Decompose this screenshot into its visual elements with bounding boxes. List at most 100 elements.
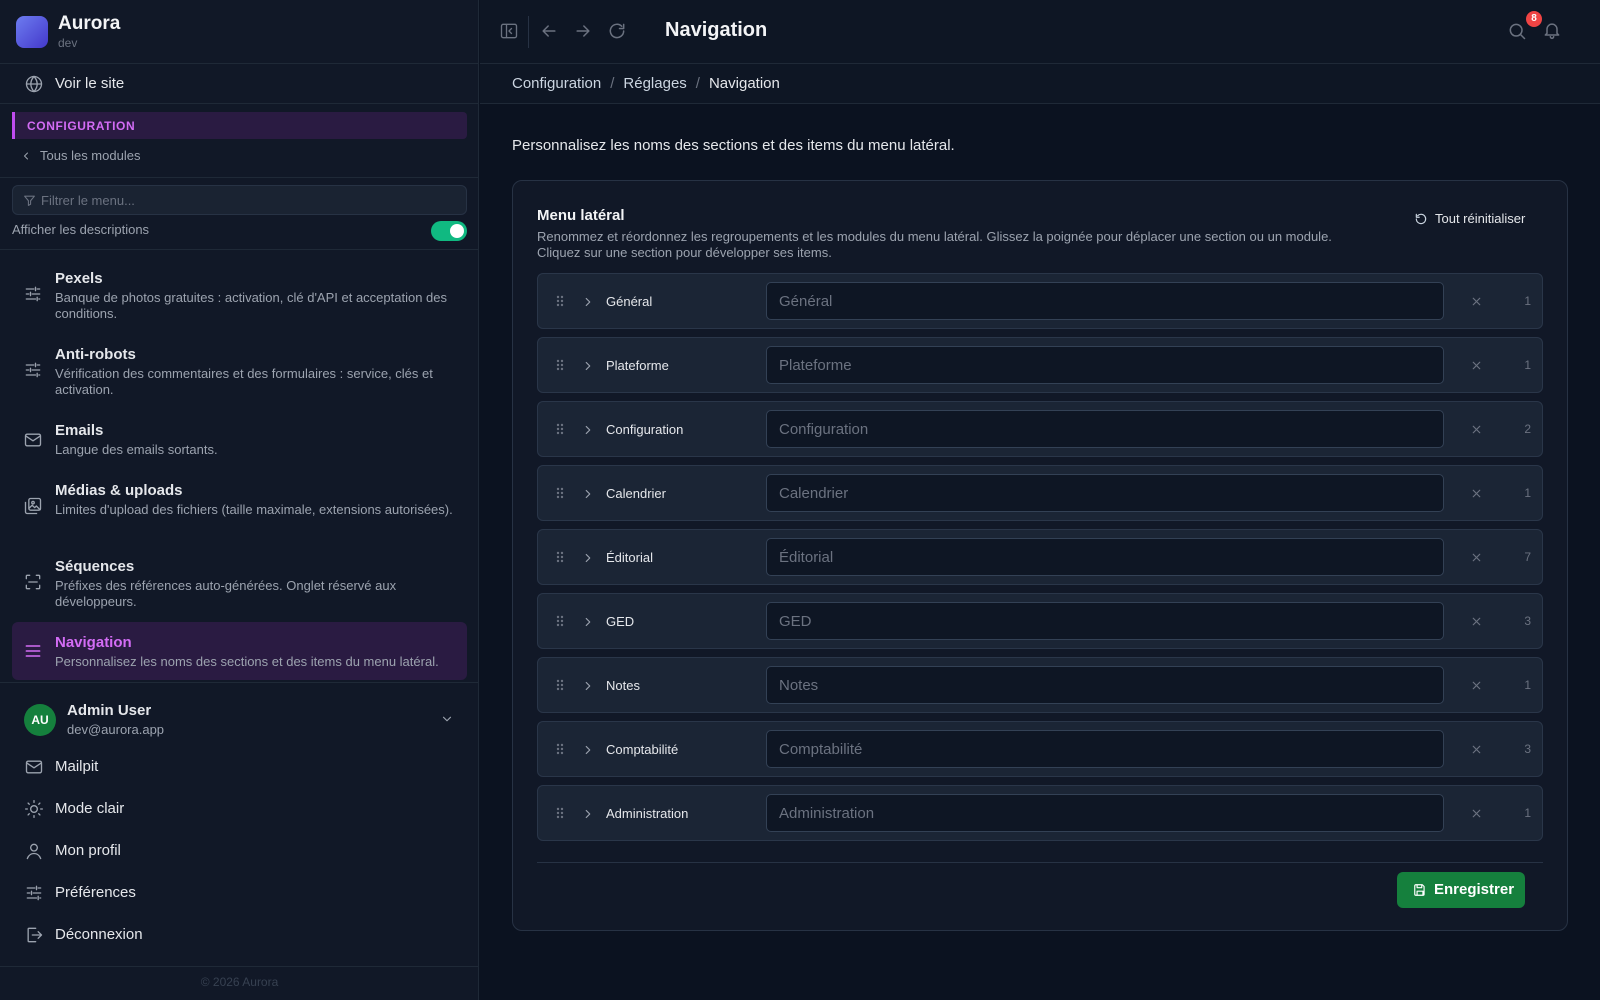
sidebar-item-sequences[interactable]: Séquences Préfixes des références auto-g… <box>12 554 467 622</box>
save-button[interactable]: Enregistrer <box>1397 872 1525 908</box>
section-item-count: 1 <box>1524 678 1531 692</box>
section-name[interactable]: Comptabilité <box>606 742 678 757</box>
close-icon[interactable] <box>1470 551 1483 564</box>
section-name[interactable]: Plateforme <box>606 358 669 373</box>
section-item-count: 1 <box>1524 358 1531 372</box>
chevron-right-icon[interactable] <box>581 487 595 501</box>
section-label-input[interactable] <box>766 794 1444 832</box>
divider <box>0 966 479 967</box>
mailpit-link[interactable]: Mailpit <box>0 752 479 782</box>
chevron-right-icon[interactable] <box>581 551 595 565</box>
sidebar-toggle-icon[interactable] <box>499 21 519 41</box>
close-icon[interactable] <box>1470 615 1483 628</box>
sidebar-item-desc: Limites d'upload des fichiers (taille ma… <box>55 502 453 517</box>
reset-icon <box>1414 212 1428 226</box>
breadcrumb-item[interactable]: Configuration <box>512 75 601 92</box>
logout-button[interactable]: Déconnexion <box>0 920 479 950</box>
descriptions-toggle[interactable] <box>431 221 467 241</box>
section-row: GED 3 <box>537 593 1543 649</box>
user-email: dev@aurora.app <box>67 722 165 737</box>
refresh-icon[interactable] <box>607 21 627 41</box>
drag-handle-icon[interactable] <box>552 485 568 501</box>
close-icon[interactable] <box>1470 807 1483 820</box>
close-icon[interactable] <box>1470 487 1483 500</box>
all-modules-label: Tous les modules <box>40 148 141 163</box>
chevron-right-icon[interactable] <box>581 295 595 309</box>
view-site-link[interactable]: Voir le site <box>0 64 479 104</box>
section-label-input[interactable] <box>766 538 1444 576</box>
sidebar-item-desc: Préfixes des références auto-générées. O… <box>55 578 397 609</box>
light-mode-toggle[interactable]: Mode clair <box>0 794 479 824</box>
section-label-input[interactable] <box>766 474 1444 512</box>
drag-handle-icon[interactable] <box>552 741 568 757</box>
back-arrow-icon[interactable] <box>539 21 559 41</box>
section-name[interactable]: Calendrier <box>606 486 666 501</box>
section-name[interactable]: Général <box>606 294 652 309</box>
sidebar-item-anti-robots[interactable]: Anti-robots Vérification des commentaire… <box>12 342 467 410</box>
save-icon <box>1413 883 1427 897</box>
bell-icon[interactable] <box>1542 20 1562 40</box>
drag-handle-icon[interactable] <box>552 805 568 821</box>
menu-filter-input[interactable] <box>41 190 451 210</box>
drag-handle-icon[interactable] <box>552 613 568 629</box>
section-name[interactable]: Configuration <box>606 422 683 437</box>
chevron-right-icon[interactable] <box>581 615 595 629</box>
drag-handle-icon[interactable] <box>552 677 568 693</box>
sidebar-item-desc: Personnalisez les noms des sections et d… <box>55 654 439 669</box>
section-header-label: CONFIGURATION <box>27 119 136 133</box>
section-name[interactable]: GED <box>606 614 634 629</box>
forward-arrow-icon[interactable] <box>573 21 593 41</box>
brand-logo[interactable] <box>16 16 48 48</box>
sidebar-item-navigation[interactable]: Navigation Personnalisez les noms des se… <box>12 622 467 680</box>
close-icon[interactable] <box>1470 743 1483 756</box>
sidebar-item-title: Séquences <box>55 558 135 575</box>
view-site-label: Voir le site <box>55 75 125 92</box>
page-title: Navigation <box>665 19 768 41</box>
chevron-right-icon[interactable] <box>581 679 595 693</box>
section-label-input[interactable] <box>766 666 1444 704</box>
section-label-input[interactable] <box>766 410 1444 448</box>
section-name[interactable]: Éditorial <box>606 550 653 565</box>
logout-label: Déconnexion <box>55 926 143 943</box>
user-name: Admin User <box>67 702 152 719</box>
close-icon[interactable] <box>1470 359 1483 372</box>
sidebar-item-pexels[interactable]: Pexels Banque de photos gratuites : acti… <box>12 266 467 334</box>
section-item-count: 7 <box>1524 550 1531 564</box>
drag-handle-icon[interactable] <box>552 549 568 565</box>
preferences-link[interactable]: Préférences <box>0 878 479 908</box>
mailpit-label: Mailpit <box>55 758 99 775</box>
section-name[interactable]: Administration <box>606 806 688 821</box>
close-icon[interactable] <box>1470 423 1483 436</box>
chevron-right-icon[interactable] <box>581 423 595 437</box>
section-label-input[interactable] <box>766 730 1444 768</box>
search-icon[interactable] <box>1507 21 1527 41</box>
drag-handle-icon[interactable] <box>552 293 568 309</box>
sidebar-item-medias-uploads[interactable]: Médias & uploads Limites d'upload des fi… <box>12 478 467 546</box>
chevron-right-icon[interactable] <box>581 359 595 373</box>
sidebar-item-emails[interactable]: Emails Langue des emails sortants. <box>12 418 467 468</box>
descriptions-toggle-label: Afficher les descriptions <box>12 222 150 237</box>
close-icon[interactable] <box>1470 679 1483 692</box>
section-item-count: 1 <box>1524 294 1531 308</box>
breadcrumb-separator: / <box>695 75 700 92</box>
close-icon[interactable] <box>1470 295 1483 308</box>
chevron-right-icon[interactable] <box>581 743 595 757</box>
topbar: Navigation 8 <box>480 0 1600 64</box>
breadcrumb-item[interactable]: Réglages <box>623 75 686 92</box>
chevron-right-icon[interactable] <box>581 807 595 821</box>
section-label-input[interactable] <box>766 282 1444 320</box>
section-label-input[interactable] <box>766 346 1444 384</box>
section-label-input[interactable] <box>766 602 1444 640</box>
drag-handle-icon[interactable] <box>552 357 568 373</box>
menu-icon <box>23 641 43 661</box>
breadcrumb: Configuration / Réglages / Navigation <box>512 75 780 92</box>
sidebar-item-title: Pexels <box>55 270 103 287</box>
section-name[interactable]: Notes <box>606 678 640 693</box>
user-menu[interactable]: AU Admin User dev@aurora.app <box>0 682 479 737</box>
profile-link[interactable]: Mon profil <box>0 836 479 866</box>
section-item-count: 3 <box>1524 614 1531 628</box>
brand-env: dev <box>58 36 78 50</box>
images-icon <box>23 496 43 516</box>
sidebar-item-title: Anti-robots <box>55 346 136 363</box>
drag-handle-icon[interactable] <box>552 421 568 437</box>
